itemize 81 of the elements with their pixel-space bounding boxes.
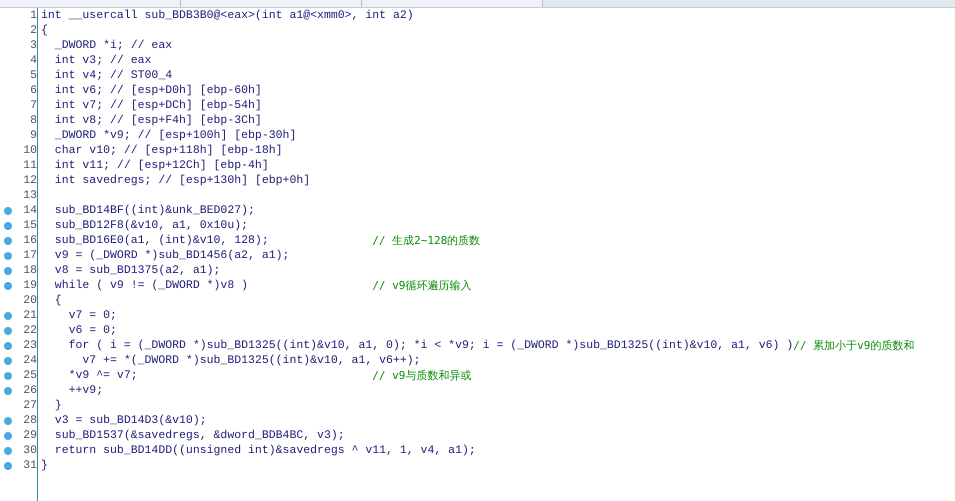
code-line: sub_BD16E0(a1, (int)&v10, 128);: [54, 234, 270, 247]
line-number: 4: [29, 54, 38, 67]
breakpoint-icon[interactable]: [4, 386, 12, 394]
line-number: 1: [29, 9, 38, 22]
line-number: 23: [22, 339, 38, 352]
line-number: 7: [29, 99, 38, 112]
code-line: }: [54, 399, 63, 412]
code-line: }: [40, 459, 49, 472]
line-number: 16: [22, 234, 38, 247]
line-number: 19: [22, 279, 38, 292]
breakpoint-icon[interactable]: [4, 342, 12, 350]
code-line: v7 = 0;: [68, 309, 118, 322]
line-number: 28: [22, 414, 38, 427]
code-line: while ( v9 != (_DWORD *)v8 ): [54, 279, 250, 292]
code-line: v7 += *(_DWORD *)sub_BD1325((int)&v10, a1, v6++);: [81, 354, 421, 367]
line-number: 13: [22, 189, 38, 202]
code-comment: // 累加小于v9的质数和: [793, 338, 914, 353]
line-number: 12: [22, 174, 38, 187]
line-number: 20: [22, 294, 38, 307]
code-line: for ( i = (_DWORD *)sub_BD1325((int)&v10, a1, 0); *i < *v9; i = (_DWORD *)sub_BD1325((int)&v10, a1, v6) ): [68, 339, 794, 352]
code-line: return sub_BD14DD((unsigned int)&savedregs ^ v11, 1, v4, a1);: [54, 444, 476, 457]
code-line: int v3; // eax: [54, 54, 152, 67]
code-line: {: [40, 24, 49, 37]
code-line: {: [54, 294, 63, 307]
line-number: 9: [29, 129, 38, 142]
breakpoint-icon[interactable]: [4, 356, 12, 364]
breakpoint-icon[interactable]: [4, 266, 12, 274]
breakpoint-icon[interactable]: [4, 222, 12, 230]
line-number: 3: [29, 39, 38, 52]
breakpoint-icon[interactable]: [4, 282, 12, 290]
code-line: sub_BD14BF((int)&unk_BED027);: [54, 204, 256, 217]
line-number: 24: [22, 354, 38, 367]
breakpoint-icon[interactable]: [4, 326, 12, 334]
code-line: v8 = sub_BD1375(a2, a1);: [54, 264, 222, 277]
code-line: _DWORD *i; // eax: [54, 39, 174, 52]
line-number: 6: [29, 84, 38, 97]
line-number: 5: [29, 69, 38, 82]
line-number: 21: [22, 309, 38, 322]
line-number: 15: [22, 219, 38, 232]
line-number: 26: [22, 384, 38, 397]
line-number: 11: [22, 159, 38, 172]
breakpoint-icon[interactable]: [4, 206, 12, 214]
line-number: 29: [22, 429, 38, 442]
code-line: int v7; // [esp+DCh] [ebp-54h]: [54, 99, 263, 112]
code-comment: // v9循环遍历输入: [372, 278, 472, 293]
code-line: sub_BD1537(&savedregs, &dword_BDB4BC, v3);: [54, 429, 346, 442]
code-line: int savedregs; // [esp+130h] [ebp+0h]: [54, 174, 312, 187]
line-number: 8: [29, 114, 38, 127]
code-line: int v11; // [esp+12Ch] [ebp-4h]: [54, 159, 270, 172]
code-line: int v4; // ST00_4: [54, 69, 174, 82]
line-number: 2: [29, 24, 38, 37]
line-number: 30: [22, 444, 38, 457]
line-number: 31: [22, 459, 38, 472]
breakpoint-icon[interactable]: [4, 432, 12, 440]
line-number: 22: [22, 324, 38, 337]
line-number: 17: [22, 249, 38, 262]
code-line: int v6; // [esp+D0h] [ebp-60h]: [54, 84, 263, 97]
breakpoint-icon[interactable]: [4, 446, 12, 454]
code-line: int __usercall sub_BDB3B0@<eax>(int a1@<xmm0>, int a2): [40, 9, 414, 22]
code-comment: // 生成2~128的质数: [372, 233, 480, 248]
breakpoint-icon[interactable]: [4, 252, 12, 260]
line-number: 25: [22, 369, 38, 382]
code-line: int v8; // [esp+F4h] [ebp-3Ch]: [54, 114, 263, 127]
code-line: v3 = sub_BD14D3(&v10);: [54, 414, 208, 427]
line-number: 18: [22, 264, 38, 277]
code-line: ++v9;: [68, 384, 104, 397]
breakpoint-icon[interactable]: [4, 416, 12, 424]
code-line: char v10; // [esp+118h] [ebp-18h]: [54, 144, 284, 157]
code-comment: // v9与质数和异或: [372, 368, 472, 383]
code-line: v6 = 0;: [68, 324, 118, 337]
breakpoint-icon[interactable]: [4, 462, 12, 470]
line-number: 27: [22, 399, 38, 412]
breakpoint-icon[interactable]: [4, 236, 12, 244]
code-line: v9 = (_DWORD *)sub_BD1456(a2, a1);: [54, 249, 290, 262]
code-line: *v9 ^= v7;: [68, 369, 139, 382]
line-number: 10: [22, 144, 38, 157]
breakpoint-icon[interactable]: [4, 312, 12, 320]
breakpoint-icon[interactable]: [4, 372, 12, 380]
code-line: sub_BD12F8(&v10, a1, 0x10u);: [54, 219, 250, 232]
code-line: _DWORD *v9; // [esp+100h] [ebp-30h]: [54, 129, 298, 142]
line-number: 14: [22, 204, 38, 217]
